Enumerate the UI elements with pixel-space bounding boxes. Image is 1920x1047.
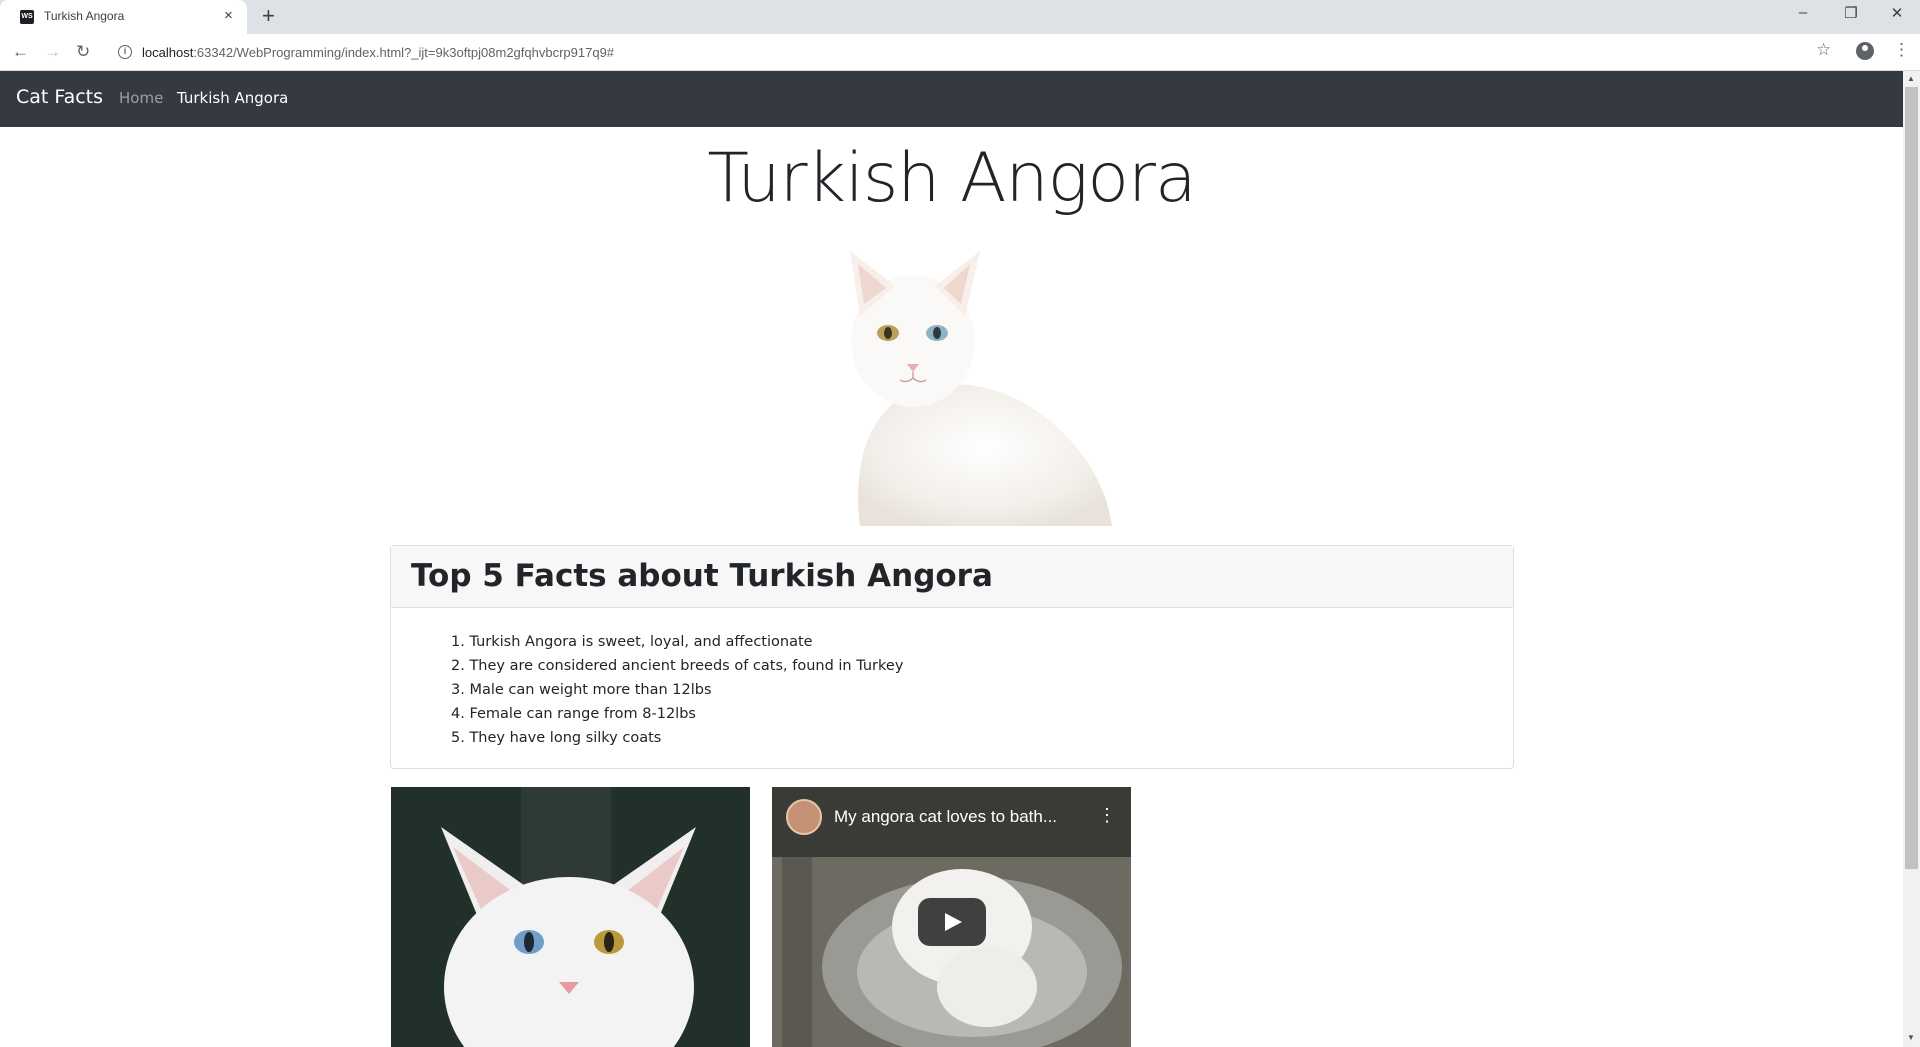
page-viewport: Cat Facts Home Turkish Angora Turkish An… — [0, 71, 1903, 1047]
bookmark-star-icon[interactable]: ☆ — [1816, 40, 1831, 60]
hero-cat-image — [850, 251, 1112, 526]
address-bar[interactable]: i localhost:63342/WebProgramming/index.h… — [108, 37, 1848, 67]
back-arrow-icon[interactable]: ← — [12, 42, 29, 62]
browser-tab[interactable]: WS Turkish Angora × — [0, 0, 247, 34]
webstorm-favicon-icon: WS — [20, 10, 34, 24]
facts-card: Top 5 Facts about Turkish Angora 1. Turk… — [390, 545, 1514, 769]
scroll-up-icon[interactable]: ▲ — [1907, 74, 1915, 83]
site-info-icon[interactable]: i — [118, 45, 132, 59]
angora-photo-drawing — [391, 787, 750, 1047]
minimize-button[interactable]: – — [1780, 4, 1826, 21]
profile-avatar-icon[interactable] — [1856, 42, 1874, 60]
reload-icon[interactable]: ↻ — [76, 42, 90, 62]
new-tab-button[interactable]: + — [262, 5, 275, 27]
fact-item: 4. Female can range from 8-12lbs — [451, 706, 696, 722]
restore-button[interactable]: ❐ — [1828, 4, 1874, 22]
scrollbar-thumb[interactable] — [1905, 87, 1918, 869]
fact-item: 3. Male can weight more than 12lbs — [451, 682, 712, 698]
fact-item: 1. Turkish Angora is sweet, loyal, and a… — [451, 634, 813, 650]
facts-card-title: Top 5 Facts about Turkish Angora — [411, 558, 993, 594]
page-title: Turkish Angora — [707, 139, 1196, 218]
play-button-icon[interactable] — [918, 898, 986, 946]
close-window-button[interactable]: ✕ — [1874, 4, 1920, 22]
angora-photo — [391, 787, 750, 1047]
video-title[interactable]: My angora cat loves to bath... — [834, 807, 1057, 827]
facts-list: 1. Turkish Angora is sweet, loyal, and a… — [451, 630, 1493, 750]
browser-toolbar: ← → ↻ i localhost:63342/WebProgramming/i… — [0, 34, 1920, 71]
facts-card-body: 1. Turkish Angora is sweet, loyal, and a… — [391, 608, 1513, 770]
fact-item: 5. They have long silky coats — [451, 730, 662, 746]
scroll-down-icon[interactable]: ▼ — [1907, 1033, 1915, 1042]
channel-avatar[interactable] — [786, 799, 822, 835]
youtube-video-embed[interactable]: My angora cat loves to bath... ⋮ — [772, 787, 1131, 1047]
navbar-brand[interactable]: Cat Facts — [16, 86, 103, 108]
nav-link-home[interactable]: Home — [119, 89, 163, 107]
browser-tabstrip: WS Turkish Angora × + – ❐ ✕ — [0, 0, 1920, 34]
forward-arrow-icon[interactable]: → — [44, 42, 61, 62]
tab-close-icon[interactable]: × — [224, 7, 233, 25]
url-text[interactable]: localhost:63342/WebProgramming/index.htm… — [142, 45, 614, 60]
site-navbar: Cat Facts Home Turkish Angora — [0, 71, 1903, 127]
page-scrollbar[interactable]: ▲ ▼ — [1903, 71, 1920, 1047]
tab-title: Turkish Angora — [44, 9, 125, 23]
fact-item: 2. They are considered ancient breeds of… — [451, 658, 904, 674]
video-more-icon[interactable]: ⋮ — [1098, 805, 1116, 826]
browser-menu-icon[interactable]: ⋮ — [1893, 40, 1910, 60]
nav-link-turkish-angora[interactable]: Turkish Angora — [177, 89, 288, 107]
facts-card-header: Top 5 Facts about Turkish Angora — [391, 546, 1513, 608]
